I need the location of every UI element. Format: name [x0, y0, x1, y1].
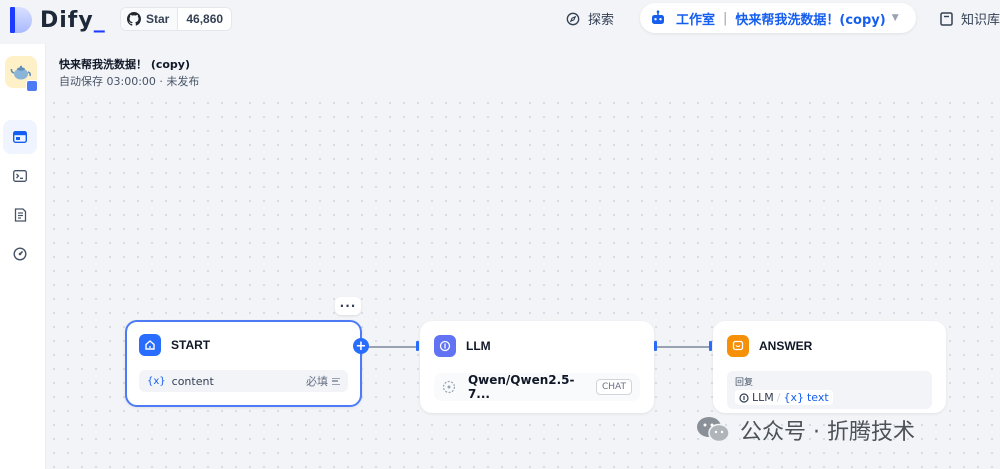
github-star-button[interactable]: Star 46,860: [120, 7, 233, 31]
model-name: Qwen/Qwen2.5-7...: [467, 373, 575, 401]
nav-explore-label: 探索: [588, 13, 615, 28]
app-switcher[interactable]: 快来帮我洗数据！(copy): [735, 9, 885, 28]
start-variable-content[interactable]: {x} content 必填: [139, 370, 348, 392]
llm-small-icon: [739, 392, 749, 403]
sidebar-item-orchestrate[interactable]: [3, 120, 37, 154]
nav-studio[interactable]: 工作室 | 快来帮我洗数据！(copy) ▼: [640, 3, 916, 33]
teapot-icon: [10, 65, 32, 80]
sidebar-item-api[interactable]: [3, 159, 37, 193]
llm-node-title: LLM: [466, 339, 491, 353]
start-node-header: START: [139, 334, 210, 356]
llm-node[interactable]: LLM Qwen/Qwen2.5-7... CHAT: [420, 321, 654, 413]
dify-logo[interactable]: Dify_: [10, 6, 106, 34]
nav-separator: |: [723, 10, 728, 26]
model-provider-icon: [442, 380, 456, 394]
chevron-down-icon[interactable]: ▼: [892, 13, 899, 23]
compass-icon: [566, 12, 580, 25]
add-node-plus-button[interactable]: +: [353, 338, 369, 354]
home-icon: [139, 334, 161, 356]
book-icon: [940, 11, 953, 26]
required-label: 必填: [306, 373, 340, 389]
github-star[interactable]: Star: [121, 8, 179, 30]
github-icon: [127, 12, 141, 26]
answer-node-header: ANSWER: [727, 335, 812, 357]
watermark-text: 公众号 · 折腾技术: [740, 420, 915, 445]
dify-logo-text: Dify_: [40, 7, 106, 33]
edge-start-llm: [368, 346, 416, 348]
top-bar: Dify_ Star 46,860 探索 工作室 | 快来帮我洗数据！(copy…: [0, 0, 1000, 42]
sidebar-item-logs[interactable]: [3, 198, 37, 232]
answer-icon: [727, 335, 749, 357]
terminal-icon: [13, 170, 27, 182]
autosave-status: 自动保存 03:00:00 · 未发布: [59, 75, 200, 88]
nav-explore[interactable]: 探索: [566, 9, 614, 28]
brain-icon: [434, 335, 456, 357]
reference-separator: /: [776, 391, 781, 404]
wechat-icon: [697, 417, 730, 443]
answer-input-port[interactable]: [709, 341, 712, 351]
app-title: 快来帮我洗数据！ (copy): [59, 58, 191, 71]
app-sidebar: [0, 44, 46, 469]
gauge-icon: [13, 247, 27, 261]
answer-node-title: ANSWER: [759, 339, 813, 353]
nav-knowledge[interactable]: 知识库: [940, 9, 1000, 28]
edge-llm-answer: [657, 346, 709, 348]
nav-studio-label: 工作室: [676, 12, 716, 28]
variable-icon: {x}: [147, 375, 166, 387]
answer-variable: LLM / {x} text: [735, 390, 924, 405]
nav-knowledge-label: 知识库: [961, 13, 1000, 28]
dify-logo-mark: [10, 7, 32, 33]
variable-name: content: [171, 374, 214, 388]
node-more-button[interactable]: ···: [335, 297, 361, 315]
github-star-count: 46,860: [186, 12, 224, 26]
start-node[interactable]: START {x} content 必填: [125, 320, 362, 407]
robot-icon: [652, 10, 664, 24]
model-selector[interactable]: Qwen/Qwen2.5-7... CHAT: [434, 373, 640, 401]
start-node-title: START: [171, 338, 211, 352]
sidebar-item-monitor[interactable]: [3, 237, 37, 271]
text-type-icon: [332, 377, 340, 385]
chat-mode-badge: CHAT: [595, 379, 632, 395]
variable-reference: LLM / {x} text: [735, 390, 833, 405]
llm-node-header: LLM: [434, 335, 491, 357]
workflow-badge-icon: [26, 80, 38, 92]
watermark: 公众号 · 折腾技术: [696, 414, 915, 446]
answer-content[interactable]: 回复 LLM / {x} text: [727, 371, 932, 409]
answer-label: 回复: [735, 378, 754, 388]
window-icon: [13, 131, 27, 143]
answer-node[interactable]: ANSWER 回复 LLM / {x} text: [713, 321, 946, 413]
llm-input-port[interactable]: [416, 341, 419, 351]
document-icon: [14, 208, 26, 222]
github-star-label: Star: [146, 12, 170, 26]
